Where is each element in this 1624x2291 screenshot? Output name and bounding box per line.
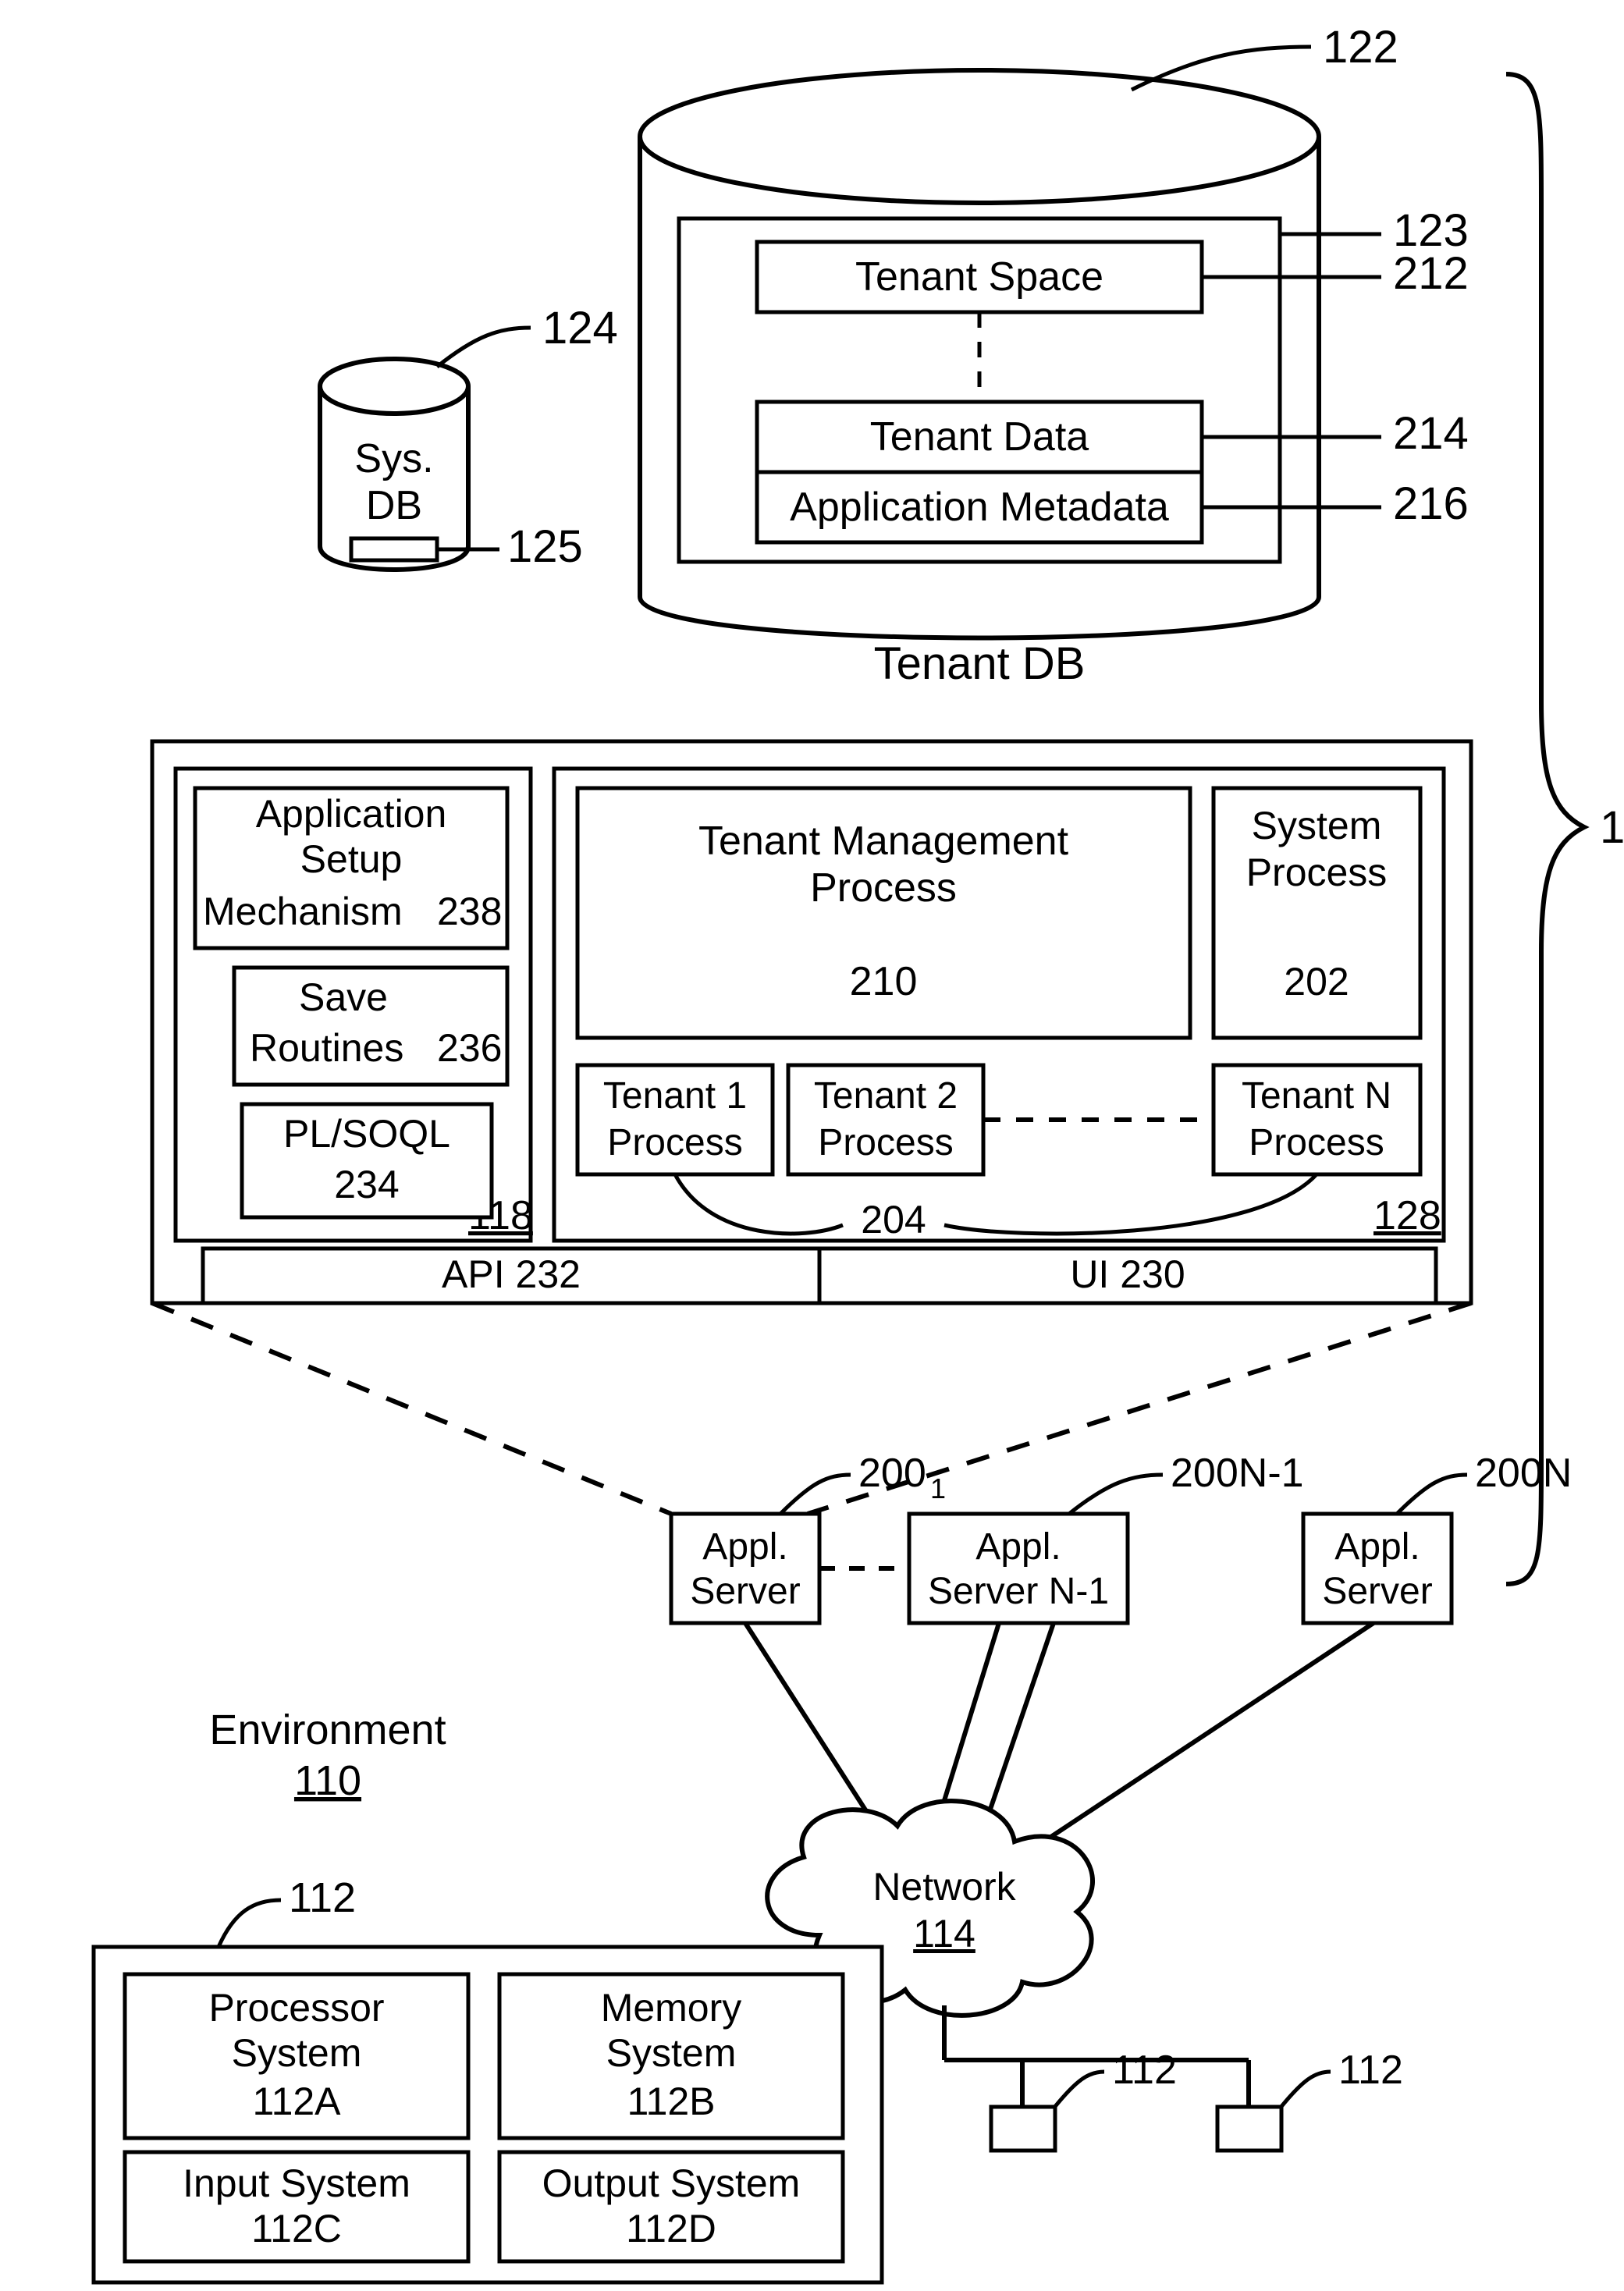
mem-l1: Memory (601, 1986, 742, 2030)
ref-112-r2: 112 (1338, 2048, 1403, 2093)
ref-200-n: 200N (1475, 1451, 1572, 1496)
brace-116: 116 (1506, 74, 1624, 1584)
ref-212: 212 (1393, 248, 1469, 299)
t1-l1: Tenant 1 (603, 1075, 747, 1117)
proc-l2: System (232, 2031, 362, 2075)
ref-236: 236 (437, 1026, 502, 1070)
save-l2: Routines (250, 1026, 403, 1070)
ref-210: 210 (850, 959, 918, 1004)
ref-110: 110 (294, 1757, 361, 1804)
ref-124: 124 (542, 303, 618, 353)
t2-l2: Process (818, 1122, 953, 1163)
plsoql-label: PL/SOQL (283, 1112, 450, 1156)
sysdb-l2: DB (366, 483, 422, 528)
dashed-line (152, 1303, 671, 1514)
appln1-l1: Appl. (975, 1526, 1061, 1568)
mem-l2: System (606, 2031, 737, 2075)
tmp-l1: Tenant Management (698, 819, 1069, 864)
ref-238: 238 (437, 890, 502, 933)
tn-l2: Process (1249, 1122, 1384, 1163)
tmp-l2: Process (810, 865, 957, 911)
ref-125: 125 (507, 521, 583, 572)
appl1-l2: Server (690, 1571, 800, 1612)
ref-200-1-sub: 1 (930, 1472, 946, 1504)
ref-128: 128 (1373, 1193, 1441, 1238)
input-ref: 112C (251, 2207, 342, 2250)
network-client-lines: 112 112 (944, 2005, 1403, 2151)
input-l1: Input System (183, 2161, 410, 2205)
sysdb-l1: Sys. (354, 436, 433, 481)
proc-l1: Processor (208, 1986, 384, 2030)
output-ref: 112D (626, 2207, 716, 2250)
app-metadata-label: Application Metadata (790, 485, 1169, 530)
tenant-db-cylinder: Tenant DB 122 123 Tenant Space 212 Tenan… (640, 22, 1469, 689)
environment-label: Environment 110 (209, 1707, 446, 1804)
appln-l1: Appl. (1334, 1526, 1420, 1568)
ref-200-1: 200 (858, 1451, 926, 1496)
ref-116: 116 (1600, 802, 1624, 853)
sysdb-cylinder: Sys. DB 124 125 (320, 303, 618, 572)
ref-200-n1: 200N-1 (1171, 1451, 1304, 1496)
ref-112: 112 (289, 1874, 356, 1921)
sysproc-l2: Process (1246, 851, 1388, 894)
tenant-space-label: Tenant Space (855, 254, 1103, 300)
tenant-data-label: Tenant Data (870, 414, 1089, 460)
t1-l2: Process (607, 1122, 742, 1163)
api-label: API 232 (442, 1252, 581, 1296)
sysproc-l1: System (1252, 804, 1382, 847)
appl-servers: Appl. Server 200 1 Appl. Server N-1 200N… (671, 1451, 1572, 1623)
mem-ref: 112B (627, 2080, 715, 2123)
ref-234: 234 (334, 1163, 399, 1206)
large-process-box: 118 Application Setup Mechanism 238 Save… (152, 741, 1471, 1303)
tn-l1: Tenant N (1242, 1075, 1391, 1117)
appln1-l2: Server N-1 (928, 1571, 1109, 1612)
env-text: Environment (209, 1707, 446, 1753)
asm-l2: Setup (300, 837, 403, 881)
tenant-db-label: Tenant DB (874, 638, 1086, 689)
proc-ref: 112A (252, 2080, 341, 2123)
ui-label: UI 230 (1070, 1252, 1185, 1296)
appl1-l1: Appl. (702, 1526, 787, 1568)
user-system-box: 112 Processor System 112A Memory System … (94, 1874, 882, 2282)
ref-112-r1: 112 (1112, 2048, 1177, 2093)
appln-l2: Server (1322, 1571, 1432, 1612)
output-l1: Output System (542, 2161, 801, 2205)
save-l1: Save (299, 975, 388, 1019)
t2-l1: Tenant 2 (814, 1075, 958, 1117)
asm-l1: Application (256, 792, 447, 836)
ref-214: 214 (1393, 408, 1469, 459)
network-text: Network (872, 1865, 1016, 1909)
ref-216: 216 (1393, 478, 1469, 529)
ref-114: 114 (913, 1912, 975, 1955)
ref-202: 202 (1284, 960, 1349, 1003)
asm-l3: Mechanism (203, 890, 403, 933)
ref-122: 122 (1323, 22, 1398, 73)
ref-204: 204 (861, 1198, 926, 1241)
